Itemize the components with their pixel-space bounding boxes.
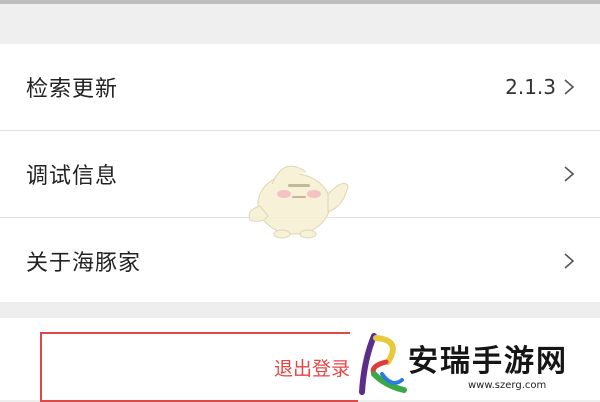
site-logo-icon (359, 333, 407, 395)
chevron-right-icon (564, 79, 575, 95)
chevron-right-icon (564, 253, 575, 269)
watermark-site-url: www.szerg.com (468, 380, 547, 391)
chevron-right-icon (564, 166, 575, 182)
watermark-site-name: 安瑞手游网 (408, 344, 568, 379)
menu-item-label: 检索更新 (26, 77, 119, 102)
menu-item-check-update[interactable]: 检索更新 2.1.3 (0, 44, 600, 130)
menu-item-label: 关于海豚家 (26, 251, 142, 276)
logout-button[interactable]: 退出登录 (40, 332, 358, 402)
version-value: 2.1.3 (505, 75, 556, 99)
section-gap (0, 4, 600, 44)
mascot-watermark-image (248, 165, 349, 239)
section-gap (0, 302, 600, 318)
logout-label: 退出登录 (273, 357, 350, 380)
